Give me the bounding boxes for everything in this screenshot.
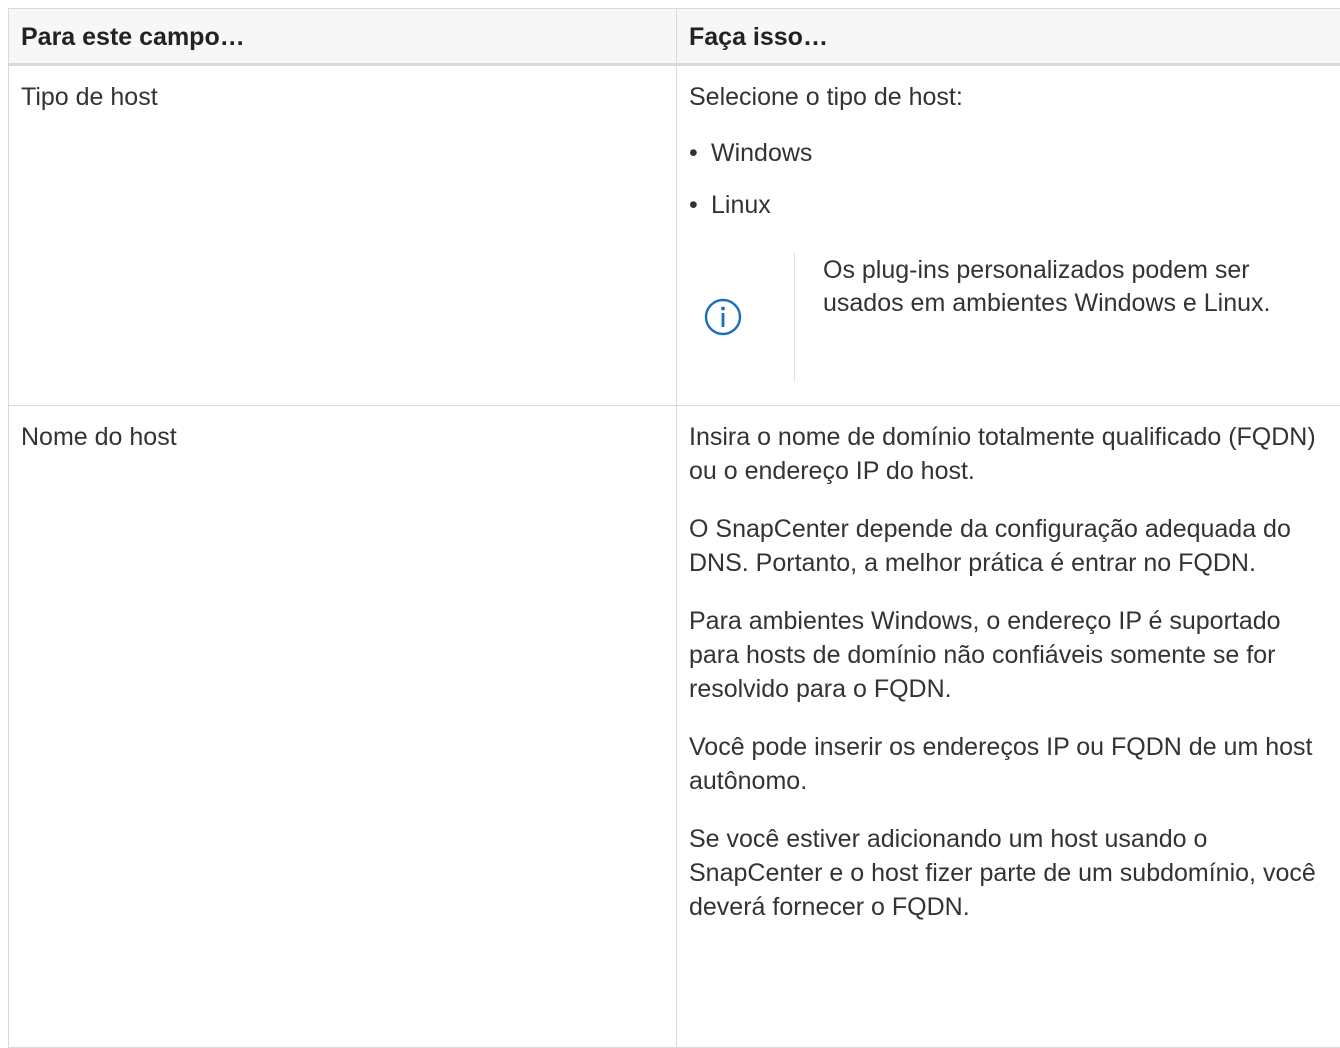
host-name-paragraph: Insira o nome de domínio totalmente qual… <box>689 420 1328 488</box>
host-name-paragraph: Para ambientes Windows, o endereço IP é … <box>689 604 1328 706</box>
note-admonition: Os plug-ins personalizados podem ser usa… <box>689 252 1328 382</box>
table-header-row: Para este campo… Faça isso… <box>9 9 1340 65</box>
note-icon-cell <box>689 252 795 382</box>
option-windows: Windows <box>689 136 1328 170</box>
info-icon <box>703 297 743 337</box>
host-name-paragraph: Você pode inserir os endereços IP ou FQD… <box>689 730 1328 798</box>
host-fields-table: Para este campo… Faça isso… Tipo de host… <box>8 8 1340 1048</box>
instruction-host-name-cell: Insira o nome de domínio totalmente qual… <box>677 406 1340 1048</box>
header-action: Faça isso… <box>677 9 1340 65</box>
host-type-instruction: Selecione o tipo de host: <box>689 80 1328 114</box>
field-host-name: Nome do host <box>9 406 677 1048</box>
host-type-options: Windows Linux <box>689 136 1328 222</box>
header-field: Para este campo… <box>9 9 677 65</box>
field-host-type: Tipo de host <box>9 65 677 406</box>
table-row: Nome do host Insira o nome de domínio to… <box>9 406 1340 1048</box>
instruction-host-type-cell: Selecione o tipo de host: Windows Linux … <box>677 65 1340 406</box>
table-row: Tipo de host Selecione o tipo de host: W… <box>9 65 1340 406</box>
option-linux: Linux <box>689 188 1328 222</box>
host-name-paragraph: O SnapCenter depende da configuração ade… <box>689 512 1328 580</box>
note-text: Os plug-ins personalizados podem ser usa… <box>795 252 1328 382</box>
host-name-paragraph: Se você estiver adicionando um host usan… <box>689 822 1328 924</box>
